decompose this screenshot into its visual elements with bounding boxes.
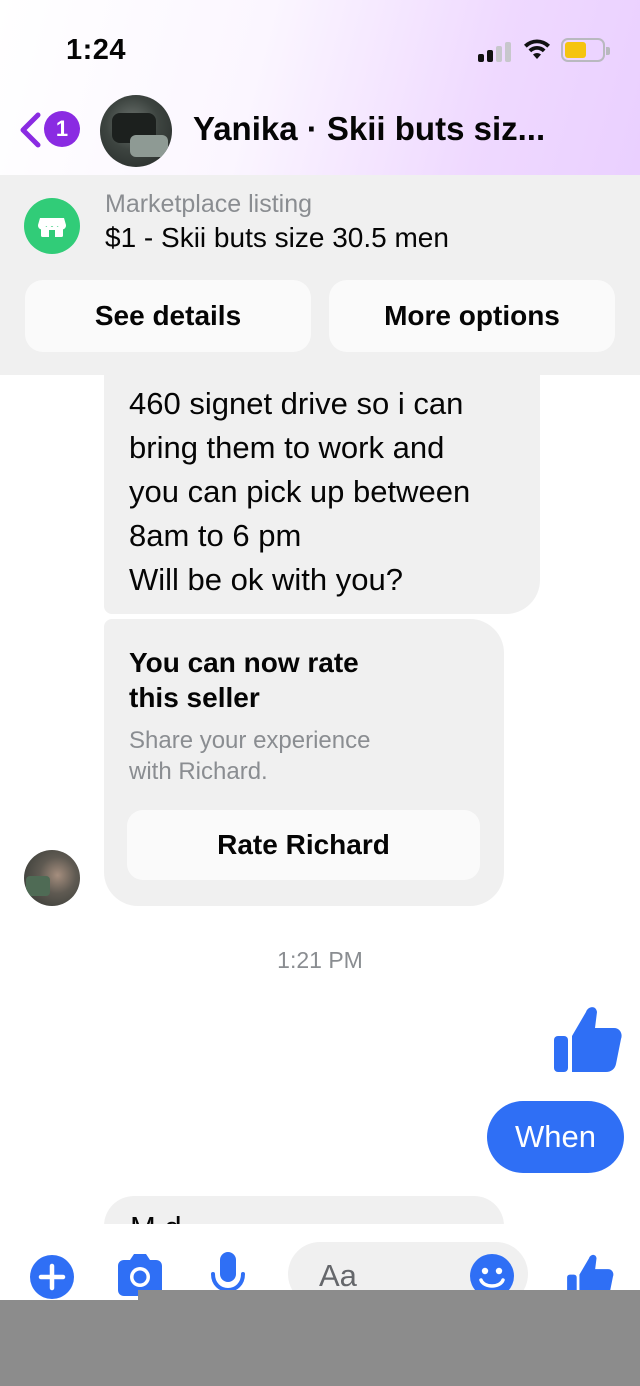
header-background xyxy=(0,0,640,175)
bottom-overlay xyxy=(0,1300,640,1386)
thumbs-up-icon[interactable] xyxy=(548,1000,624,1076)
plus-icon[interactable] xyxy=(29,1254,75,1300)
rate-card-title: You can now rate this seller xyxy=(129,647,359,713)
rate-card-subtitle: Share your experience with Richard. xyxy=(129,727,371,785)
cellular-signal-icon xyxy=(478,40,512,62)
battery-icon xyxy=(561,38,610,62)
rate-richard-button[interactable]: Rate Richard xyxy=(127,810,480,880)
more-options-button[interactable]: More options xyxy=(329,280,615,352)
see-details-button[interactable]: See details xyxy=(25,280,311,352)
contact-avatar[interactable] xyxy=(100,95,172,167)
message-timestamp: 1:21 PM xyxy=(277,947,363,973)
unread-count-badge[interactable]: 1 xyxy=(44,111,80,147)
sender-avatar[interactable] xyxy=(24,850,80,906)
listing-title[interactable]: $1 - Skii buts size 30.5 men xyxy=(105,222,449,254)
marketplace-shop-icon xyxy=(24,198,80,254)
outgoing-message-bubble[interactable]: When xyxy=(487,1101,624,1173)
incoming-message-text: 460 signet drive so i can bring them to … xyxy=(129,386,471,597)
message-input-placeholder: Aa xyxy=(319,1258,357,1293)
status-time: 1:24 xyxy=(66,34,127,66)
conversation-title[interactable]: Yanika · Skii buts siz... xyxy=(193,110,545,148)
wifi-icon xyxy=(524,39,550,59)
listing-label: Marketplace listing xyxy=(105,190,313,218)
